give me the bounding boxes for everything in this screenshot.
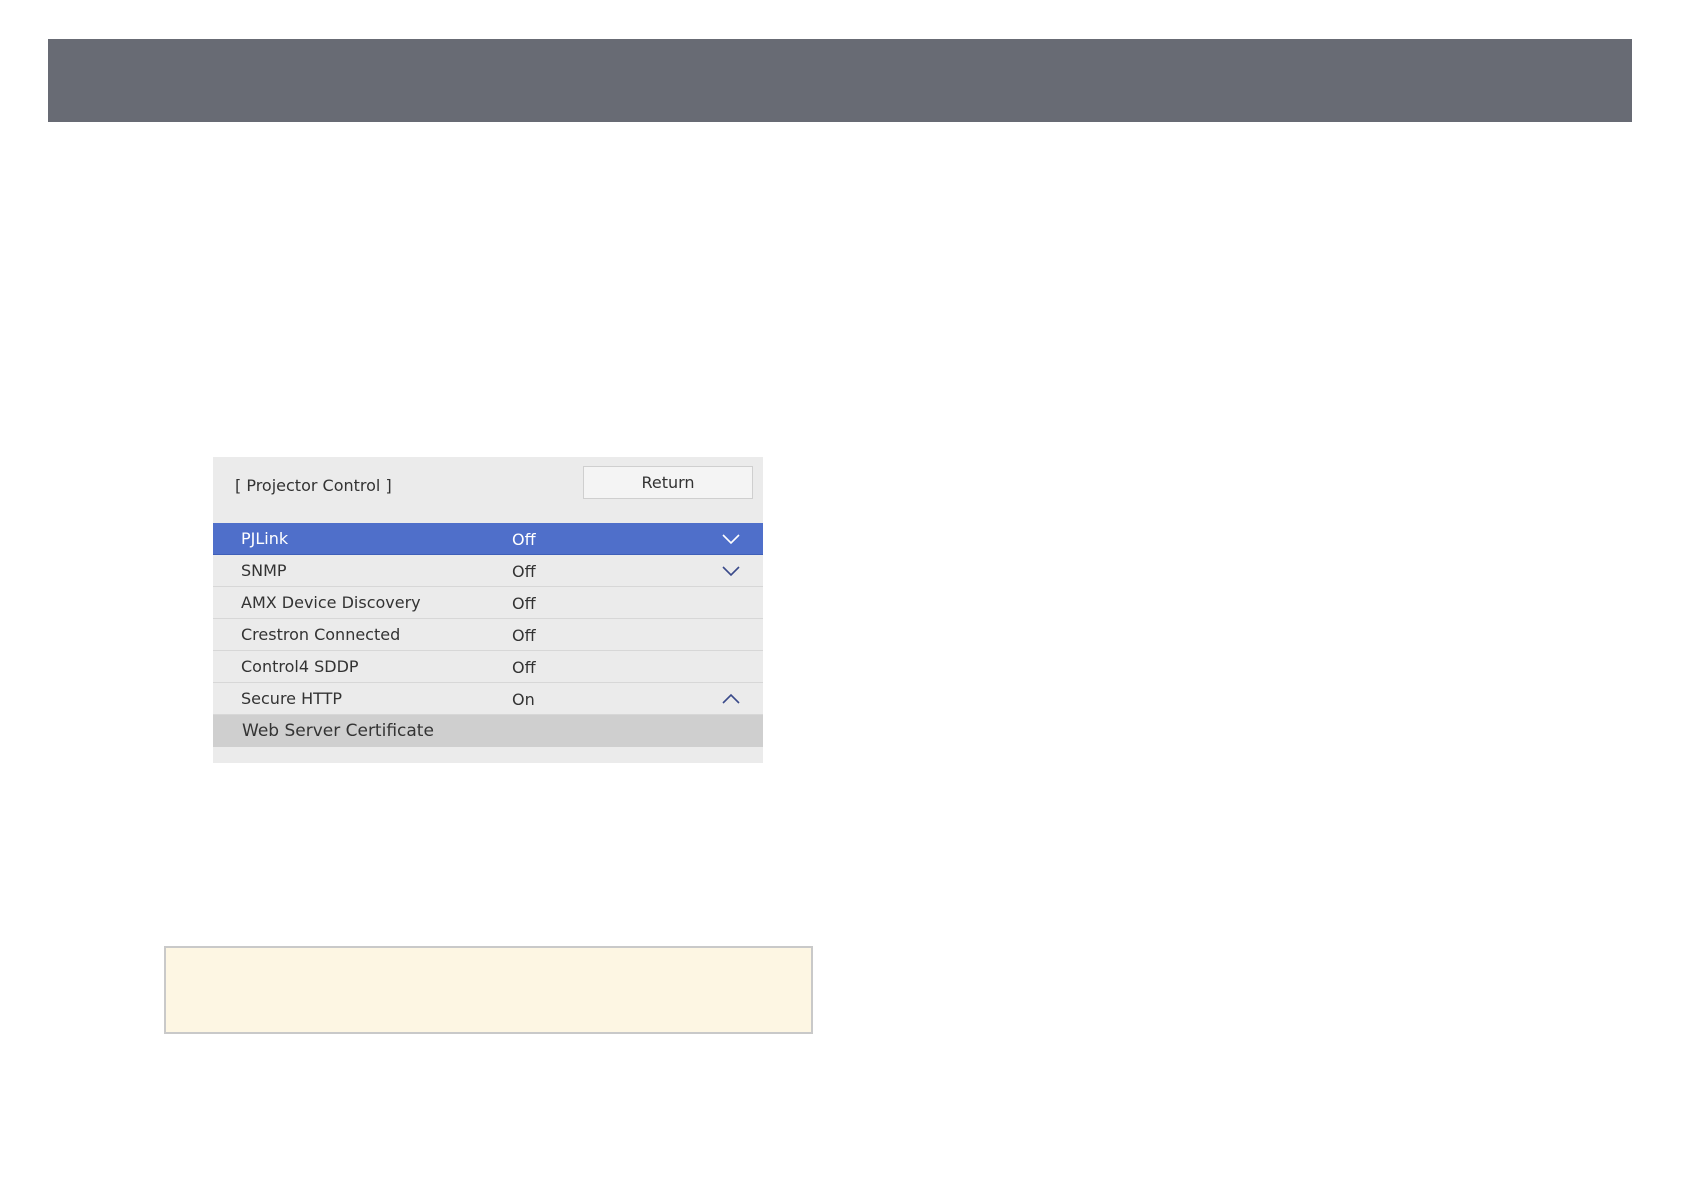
setting-label: Crestron Connected [241, 625, 401, 644]
chevron-up-icon[interactable] [721, 691, 741, 707]
setting-row-amx-device-discovery[interactable]: AMX Device Discovery Off [213, 587, 763, 619]
setting-value: Off [512, 530, 536, 549]
setting-row-crestron-connected[interactable]: Crestron Connected Off [213, 619, 763, 651]
panel-title: [ Projector Control ] [235, 476, 392, 495]
setting-label: SNMP [241, 561, 287, 580]
note-box [164, 946, 813, 1034]
setting-row-control4-sddp[interactable]: Control4 SDDP Off [213, 651, 763, 683]
projector-control-panel: [ Projector Control ] Return PJLink Off … [213, 457, 763, 763]
settings-list: PJLink Off SNMP Off AMX Device Discovery… [213, 523, 763, 747]
setting-label: Control4 SDDP [241, 657, 359, 676]
setting-label: PJLink [241, 529, 289, 548]
panel-header: [ Projector Control ] Return [213, 457, 763, 523]
setting-value: Off [512, 626, 536, 645]
setting-value: Off [512, 594, 536, 613]
setting-label: AMX Device Discovery [241, 593, 421, 612]
setting-row-pjlink[interactable]: PJLink Off [213, 523, 763, 555]
setting-value: Off [512, 562, 536, 581]
setting-value: On [512, 690, 535, 709]
setting-row-snmp[interactable]: SNMP Off [213, 555, 763, 587]
chevron-down-icon[interactable] [721, 563, 741, 579]
setting-label: Web Server Certificate [242, 721, 434, 741]
setting-row-secure-http[interactable]: Secure HTTP On [213, 683, 763, 715]
top-banner [48, 39, 1632, 122]
return-button[interactable]: Return [583, 466, 753, 499]
setting-value: Off [512, 658, 536, 677]
setting-row-web-server-certificate[interactable]: Web Server Certificate [213, 715, 763, 747]
chevron-down-icon[interactable] [721, 531, 741, 547]
setting-label: Secure HTTP [241, 689, 343, 708]
